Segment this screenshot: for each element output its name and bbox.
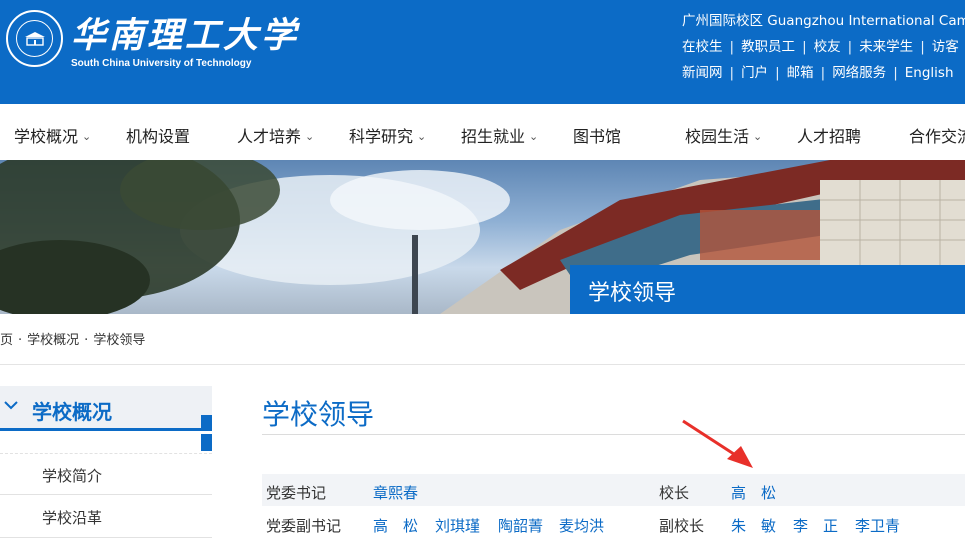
- annotation-arrow-icon: [682, 419, 753, 468]
